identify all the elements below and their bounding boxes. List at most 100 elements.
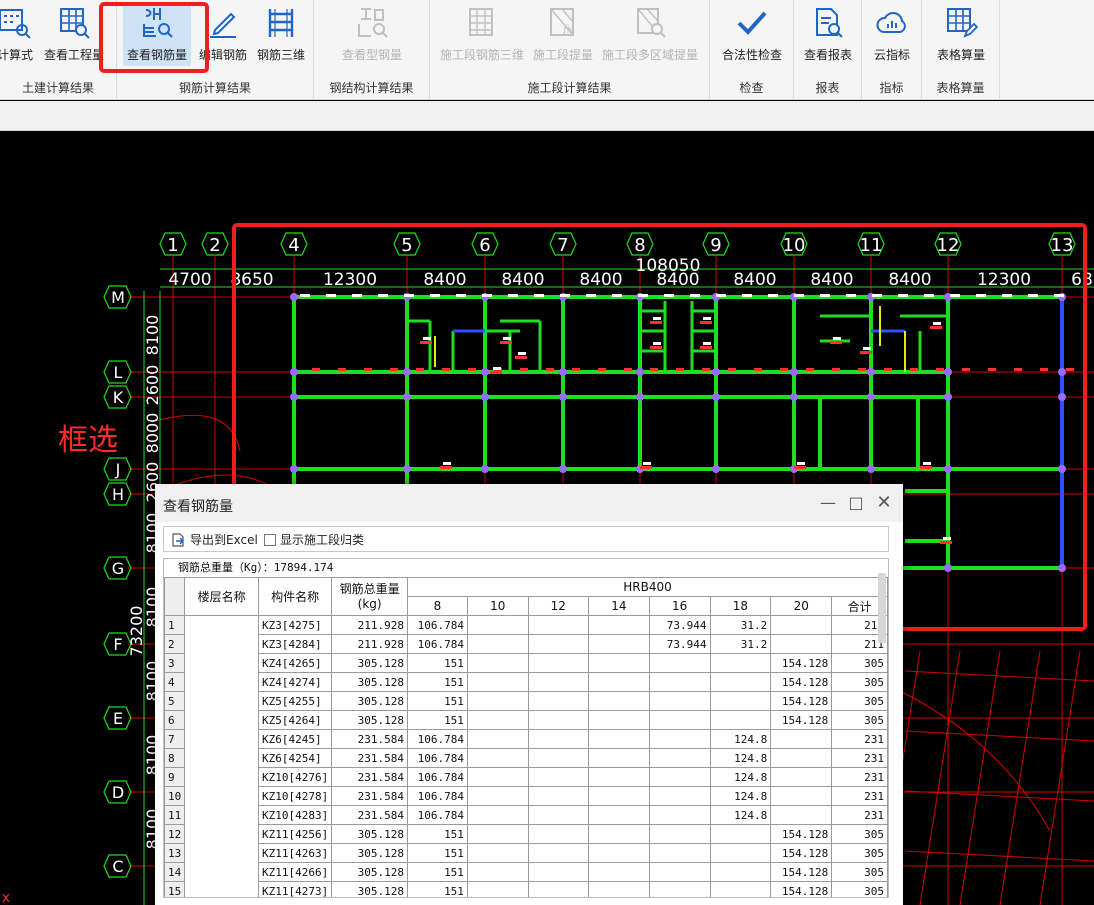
rebar-mark bbox=[416, 368, 424, 371]
diameter-header[interactable]: 8 bbox=[407, 596, 468, 616]
rebar-mark bbox=[910, 368, 918, 371]
weight-cell: 151 bbox=[407, 824, 468, 844]
x-marker: x bbox=[2, 890, 10, 905]
diameter-header[interactable]: 10 bbox=[466, 596, 529, 616]
maximize-icon[interactable]: □ bbox=[847, 494, 865, 512]
rebar-mark bbox=[924, 294, 934, 297]
rebar-mark bbox=[653, 342, 661, 345]
calc-formula-label: 计算式 bbox=[0, 48, 33, 62]
diameter-header[interactable]: 14 bbox=[588, 596, 650, 616]
column bbox=[481, 465, 489, 473]
view-steel-quantity-button[interactable]: 查看型钢量 bbox=[322, 4, 422, 66]
weight-cell: 154.128 bbox=[770, 881, 833, 897]
weight-cell bbox=[648, 767, 711, 787]
total-weight-header[interactable]: 钢筋总重量 (kg) bbox=[331, 577, 409, 616]
weight-cell: 305.128 bbox=[331, 691, 409, 711]
cad-line bbox=[904, 670, 1094, 682]
table-row[interactable]: 8 KZ6[4254] 231.584 106.784 124.8 231 bbox=[164, 748, 888, 768]
weight-cell bbox=[466, 843, 529, 863]
rebar-mark bbox=[780, 368, 788, 371]
weight-cell bbox=[648, 691, 711, 711]
rebar-mark bbox=[500, 341, 512, 344]
checkbox-box[interactable] bbox=[264, 533, 276, 546]
dialog-title-bar[interactable]: 查看钢筋量 — □ ✕ bbox=[155, 484, 903, 522]
weight-cell: 106.784 bbox=[407, 805, 468, 825]
multi-area-search-icon bbox=[637, 8, 666, 38]
show-section-checkbox[interactable]: 显示施工段归类 bbox=[264, 531, 364, 548]
floor-name-header[interactable]: 楼层名称 bbox=[184, 577, 260, 616]
axis-label-top: 9 bbox=[710, 235, 721, 256]
axis-label-top: 6 bbox=[479, 235, 490, 256]
weight-cell bbox=[648, 862, 711, 882]
table-row[interactable]: 4 KZ4[4274] 305.128 151 154.128 305 bbox=[164, 672, 888, 692]
diameter-header[interactable]: 16 bbox=[648, 596, 711, 616]
rebar-mark bbox=[546, 368, 554, 371]
section-takeoff-button[interactable]: fx 施工段提量 bbox=[530, 4, 596, 66]
table-row[interactable]: 13 KZ11[4263] 305.128 151 154.128 305 bbox=[164, 843, 888, 863]
table-row[interactable]: 5 KZ5[4255] 305.128 151 154.128 305 bbox=[164, 691, 888, 711]
rebar-mark bbox=[312, 368, 320, 371]
table-row[interactable]: 14 KZ11[4266] 305.128 151 154.128 305 bbox=[164, 862, 888, 882]
table-row[interactable]: 9 KZ10[4276] 231.584 106.784 124.8 231 bbox=[164, 767, 888, 787]
weight-cell bbox=[588, 615, 650, 635]
rebar-3d-button[interactable]: 钢筋三维 bbox=[253, 4, 309, 66]
span-dimension-top: 8400 bbox=[810, 270, 853, 290]
table-row[interactable]: 12 KZ11[4256] 305.128 151 154.128 305 bbox=[164, 824, 888, 844]
rebar-mark bbox=[643, 462, 651, 465]
member-name-header[interactable]: 构件名称 bbox=[258, 577, 333, 616]
group-label-rebar: 钢筋计算结果 bbox=[178, 81, 251, 95]
member-name-cell: KZ6[4245] bbox=[258, 729, 333, 749]
section-rebar-3d-button[interactable]: 施工段钢筋三维 bbox=[438, 4, 526, 66]
close-icon[interactable]: ✕ bbox=[875, 494, 893, 512]
export-excel-button[interactable]: 导出到Excel bbox=[170, 531, 258, 548]
weight-cell: 31.2 bbox=[709, 615, 772, 635]
rebar-mark bbox=[716, 294, 726, 297]
weight-cell: 154.128 bbox=[770, 653, 833, 673]
column bbox=[944, 465, 952, 473]
rebar-mark bbox=[442, 368, 450, 371]
table-row[interactable]: 1 KZ3[4275] 211.928 106.784 73.944 31.2 211 bbox=[164, 615, 888, 897]
rebar-mark bbox=[754, 368, 762, 371]
section-multi-takeoff-button[interactable]: 施工段多区域提量 bbox=[600, 4, 700, 66]
minimize-icon[interactable]: — bbox=[819, 494, 837, 512]
rebar-mark bbox=[468, 368, 476, 371]
weight-cell: 305 bbox=[831, 691, 888, 711]
table-row[interactable]: 3 KZ4[4265] 305.128 151 154.128 305 bbox=[164, 653, 888, 673]
diameter-header[interactable]: 18 bbox=[709, 596, 772, 616]
weight-cell bbox=[527, 843, 590, 863]
rebar-mark bbox=[638, 294, 648, 297]
rebar-mark bbox=[806, 368, 814, 371]
weight-cell bbox=[648, 843, 711, 863]
cloud-index-button[interactable]: 云指标 bbox=[866, 4, 918, 66]
weight-cell: 31.2 bbox=[709, 634, 772, 654]
view-report-button[interactable]: 查看报表 bbox=[798, 4, 858, 66]
table-row[interactable]: 7 KZ6[4245] 231.584 106.784 124.8 231 bbox=[164, 729, 888, 749]
view-quantity-button[interactable]: 查看工程量 bbox=[44, 4, 104, 66]
diameter-header[interactable]: 20 bbox=[770, 596, 833, 616]
table-row[interactable]: 11 KZ10[4283] 231.584 106.784 124.8 231 bbox=[164, 805, 888, 825]
section-rebar-3d-label: 施工段钢筋三维 bbox=[439, 48, 524, 62]
weight-cell bbox=[588, 767, 650, 787]
table-takeoff-button[interactable]: 表格算量 bbox=[928, 4, 994, 66]
view-rebar-quantity-button[interactable]: 查看钢筋量 bbox=[123, 4, 191, 66]
weight-cell: 151 bbox=[407, 881, 468, 897]
rebar-mark bbox=[940, 541, 952, 544]
table-row[interactable]: 6 KZ5[4264] 305.128 151 154.128 305 bbox=[164, 710, 888, 730]
weight-cell bbox=[770, 748, 833, 768]
validity-check-label: 合法性检查 bbox=[721, 48, 782, 62]
weight-cell: 231 bbox=[831, 729, 888, 749]
diameter-header[interactable]: 12 bbox=[527, 596, 590, 616]
weight-cell: 305 bbox=[831, 862, 888, 882]
validity-check-button[interactable]: 合法性检查 bbox=[716, 4, 788, 66]
table-row[interactable]: 15 KZ11[4273] 305.128 151 154.128 305 bbox=[164, 881, 888, 897]
vertical-scrollbar[interactable] bbox=[878, 573, 886, 643]
table-row[interactable]: 2 KZ3[4284] 211.928 106.784 73.944 31.2 211 bbox=[164, 634, 888, 654]
report-search-icon bbox=[816, 8, 843, 38]
weight-cell bbox=[648, 824, 711, 844]
rebar-mark bbox=[830, 341, 842, 344]
calc-formula-button[interactable]: 计算式 bbox=[0, 4, 42, 66]
edit-rebar-button[interactable]: 编辑钢筋 bbox=[195, 4, 251, 66]
axis-label-left: H bbox=[112, 485, 124, 504]
table-row[interactable]: 10 KZ10[4278] 231.584 106.784 124.8 231 bbox=[164, 786, 888, 806]
weight-cell bbox=[648, 748, 711, 768]
